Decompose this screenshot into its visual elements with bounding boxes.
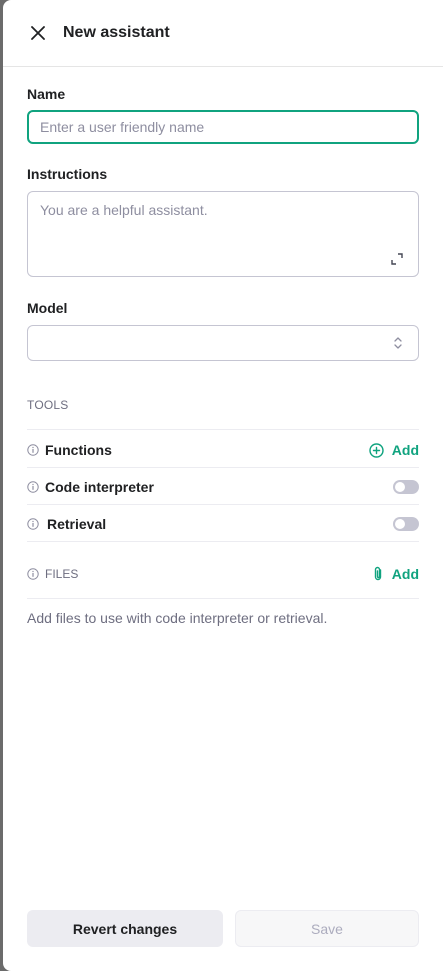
chevron-updown-icon [394,337,402,349]
save-button[interactable]: Save [235,910,419,947]
retrieval-toggle[interactable] [393,517,419,531]
name-input[interactable] [27,110,419,144]
tool-row-retrieval: Retrieval [27,514,419,534]
files-hint: Add files to use with code interpreter o… [27,610,328,626]
tool-label-functions: Functions [45,442,112,458]
tool-label-retrieval: Retrieval [47,516,107,532]
info-icon[interactable] [27,444,39,456]
add-function-label: Add [391,442,419,458]
add-function-button[interactable]: Add [369,442,419,458]
tool-row-functions: Functions Add [27,440,419,460]
files-heading: FILES [45,567,79,581]
add-file-label: Add [391,566,419,582]
panel-header: New assistant [3,0,443,67]
tool-label-code-interpreter: Code interpreter [45,479,154,495]
code-interpreter-toggle[interactable] [393,480,419,494]
info-icon[interactable] [27,568,39,580]
divider [27,429,419,430]
divider [27,467,419,468]
paperclip-icon [374,566,381,581]
assistant-panel: New assistant Name Instructions Model TO… [3,0,443,971]
revert-changes-button[interactable]: Revert changes [27,910,223,947]
divider [27,598,419,599]
toggle-knob [395,482,405,492]
tools-heading: TOOLS [27,398,69,412]
add-file-button[interactable]: Add [372,566,419,582]
instructions-label: Instructions [27,166,108,182]
plus-circle-icon [369,442,384,458]
files-row: FILES Add [27,564,419,584]
name-label: Name [27,86,66,102]
instructions-textarea[interactable] [27,191,419,277]
divider [27,504,419,505]
close-icon [31,26,45,40]
model-label: Model [27,300,68,316]
tool-row-code-interpreter: Code interpreter [27,477,419,497]
info-icon[interactable] [27,481,39,493]
expand-icon[interactable] [391,253,403,265]
toggle-knob [395,519,405,529]
model-select[interactable] [27,325,419,361]
close-button[interactable] [27,22,49,44]
page-title: New assistant [63,24,170,41]
info-icon[interactable] [27,518,39,530]
divider [27,541,419,542]
